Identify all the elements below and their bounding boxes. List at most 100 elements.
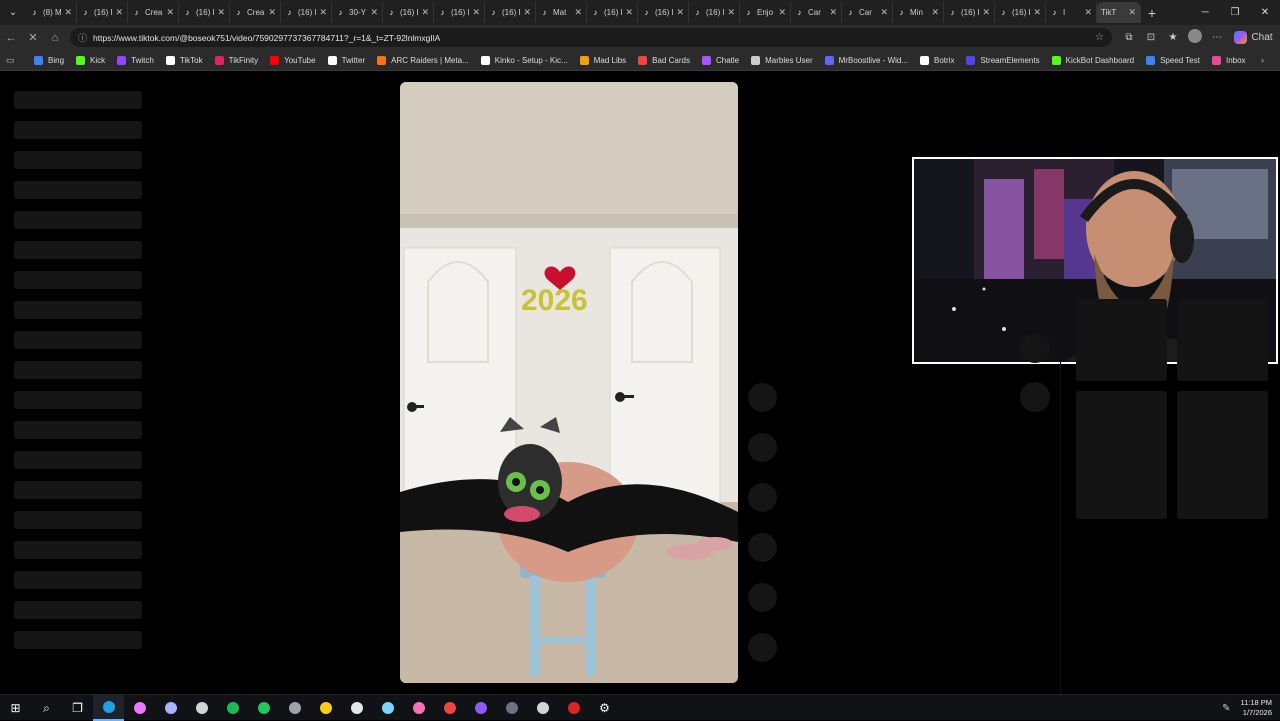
profile-avatar[interactable] [1184,29,1206,46]
favorites-icon[interactable]: ★ [1162,32,1184,43]
browser-tab[interactable]: ♪ (8) M ✕ [26,2,77,23]
browser-tab[interactable]: ♪ Enjo ✕ [740,2,791,23]
tab-close-icon[interactable]: ✕ [727,7,735,18]
browser-tab[interactable]: ♪ Crea ✕ [230,2,281,23]
tab-close-icon[interactable]: ✕ [217,7,225,18]
taskbar-button[interactable] [155,695,186,721]
bookmark-speed-test[interactable]: Speed Test [1146,55,1200,65]
taskbar-button[interactable]: ❐ [62,695,93,721]
more-options-icon[interactable]: ⋯ [1206,32,1228,43]
bookmark-kick[interactable]: Kick [76,55,105,65]
video-thumb-skeleton[interactable] [1076,391,1167,519]
tab-close-icon[interactable]: ✕ [1084,7,1092,18]
browser-tab[interactable]: ♪ (16) I ✕ [638,2,689,23]
bookmark-marbles-user[interactable]: Marbles User [751,55,813,65]
bookmark-bad-cards[interactable]: Bad Cards [638,55,690,65]
browser-tab[interactable]: ♪ 30-Y ✕ [332,2,383,23]
home-icon[interactable]: ⌂ [44,27,66,49]
tab-close-icon[interactable]: ✕ [421,7,429,18]
maximize-icon[interactable]: ❐ [1220,0,1250,25]
back-icon[interactable]: ← [0,27,22,49]
video-thumb-skeleton[interactable] [1177,391,1268,519]
clock[interactable]: 11:18 PM 1/7/2026 [1240,698,1272,718]
tab-actions-icon[interactable]: ⌄ [0,0,26,25]
browser-tab[interactable]: ♪ (16) I ✕ [485,2,536,23]
browser-tab[interactable]: ♪ Min ✕ [893,2,944,23]
browser-tab[interactable]: ♪ (16) I ✕ [77,2,128,23]
stop-loading-icon[interactable]: ✕ [22,27,44,49]
tab-close-icon[interactable]: ✕ [982,7,990,18]
tab-close-icon[interactable]: ✕ [1128,7,1136,18]
tab-close-icon[interactable]: ✕ [829,7,837,18]
tab-close-icon[interactable]: ✕ [166,7,174,18]
action-circle[interactable] [1020,382,1050,412]
bookmark-tiktok[interactable]: TikTok [165,55,203,65]
bookmark-streamelements[interactable]: StreamElements [966,55,1040,65]
taskbar-button[interactable] [124,695,155,721]
bookmarks-overflow-icon[interactable]: › [1261,55,1264,65]
bookmark-kinko-setup-kic[interactable]: Kinko - Setup - Kic... [480,55,568,65]
taskbar-button[interactable] [310,695,341,721]
bookmark-mrboostlive-wid[interactable]: MrBoostlive - Wid... [824,55,908,65]
taskbar-button[interactable] [186,695,217,721]
browser-tab[interactable]: ♪ Mat ✕ [536,2,587,23]
tab-close-icon[interactable]: ✕ [319,7,327,18]
video-action-circle[interactable] [748,383,777,412]
browser-tab[interactable]: ♪ (16) I ✕ [281,2,332,23]
bookmark-twitch[interactable]: Twitch [117,55,154,65]
browser-tab[interactable]: ♪ (16) I ✕ [587,2,638,23]
favorite-star-icon[interactable]: ☆ [1095,32,1104,43]
url-text[interactable]: https://www.tiktok.com/@boseok751/video/… [93,33,1095,43]
pen-icon[interactable]: ✎ [1222,703,1230,714]
bookmark-arc-raiders-meta[interactable]: ARC Raiders | Meta... [377,55,469,65]
tab-close-icon[interactable]: ✕ [676,7,684,18]
video-action-circle[interactable] [748,483,777,512]
tab-close-icon[interactable]: ✕ [574,7,582,18]
video-action-circle[interactable] [748,433,777,462]
tab-close-icon[interactable]: ✕ [472,7,480,18]
copilot-chat-button[interactable]: Chat [1234,31,1273,44]
taskbar-button[interactable] [279,695,310,721]
tab-close-icon[interactable]: ✕ [778,7,786,18]
taskbar-button[interactable] [403,695,434,721]
close-icon[interactable]: ✕ [1250,0,1280,25]
bookmark-youtube[interactable]: YouTube [270,55,316,65]
tab-close-icon[interactable]: ✕ [880,7,888,18]
browser-tab[interactable]: ♪ (16) I ✕ [995,2,1046,23]
taskbar-button[interactable] [341,695,372,721]
tab-close-icon[interactable]: ✕ [64,7,72,18]
bookmark-botrix[interactable]: Botrix [920,55,954,65]
extensions-icon[interactable]: ⧉ [1118,32,1140,43]
browser-tab[interactable]: ♪ (16) I ✕ [179,2,230,23]
taskbar-button[interactable] [434,695,465,721]
browser-tab[interactable]: ♪ Car ✕ [842,2,893,23]
tab-close-icon[interactable]: ✕ [625,7,633,18]
taskbar-button[interactable] [217,695,248,721]
bookmark-inbox[interactable]: Inbox [1211,55,1246,65]
browser-tab[interactable]: ♪ (16) I ✕ [944,2,995,23]
browser-tab-active[interactable]: TikT ✕ [1097,2,1141,23]
taskbar-button[interactable] [372,695,403,721]
taskbar-button[interactable] [248,695,279,721]
address-bar[interactable]: ⓘ https://www.tiktok.com/@boseok751/vide… [70,28,1112,47]
taskbar-button[interactable]: ⚙ [589,695,620,721]
browser-tab[interactable]: ♪ (16) I ✕ [434,2,485,23]
taskbar-button[interactable]: ⌕ [31,695,62,721]
video-player[interactable]: 2026 [400,82,738,683]
taskbar-button[interactable] [93,694,124,721]
taskbar-button[interactable] [527,695,558,721]
browser-tab[interactable]: ♪ Crea ✕ [128,2,179,23]
site-info-icon[interactable]: ⓘ [78,31,87,44]
tab-close-icon[interactable]: ✕ [370,7,378,18]
tab-close-icon[interactable]: ✕ [1033,7,1041,18]
browser-tab[interactable]: ♪ Car ✕ [791,2,842,23]
taskbar-button[interactable]: ⊞ [0,695,31,721]
video-action-circle[interactable] [748,633,777,662]
tab-close-icon[interactable]: ✕ [115,7,123,18]
bookmark-tikfinity[interactable]: TikFinity [214,55,258,65]
taskbar-button[interactable] [465,695,496,721]
minimize-icon[interactable]: ─ [1190,0,1220,25]
bookmark-mad-libs[interactable]: Mad Libs [579,55,626,65]
bookmark-twitter[interactable]: Twitter [327,55,365,65]
action-circle[interactable] [1020,333,1050,363]
